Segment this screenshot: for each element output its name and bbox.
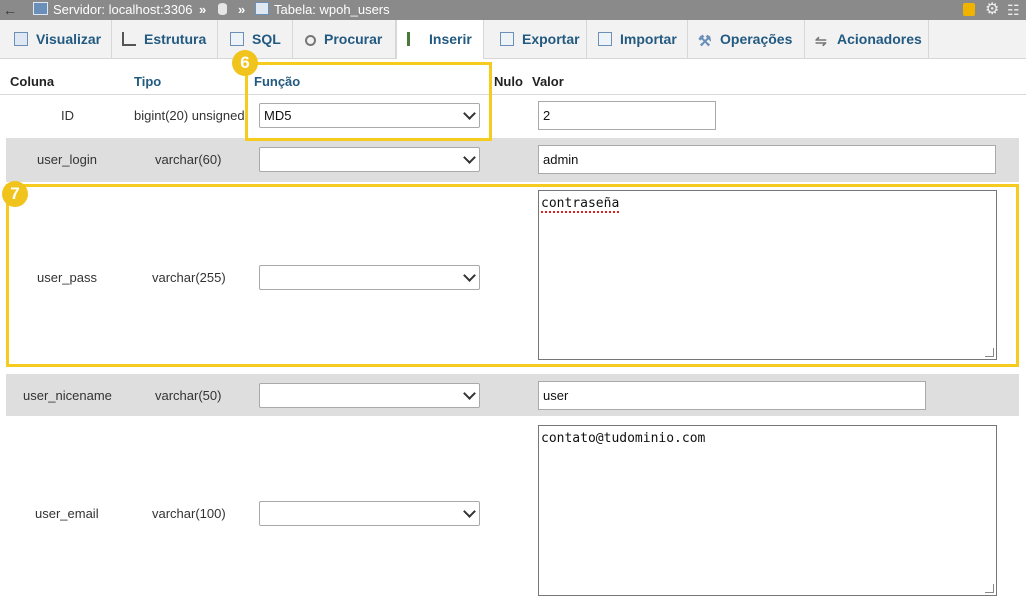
export-icon	[500, 32, 514, 46]
server-icon	[33, 2, 48, 15]
tab-importar[interactable]: Importar	[587, 20, 688, 58]
annotation-badge-7: 7	[2, 181, 28, 207]
table-icon	[255, 2, 269, 15]
header-nulo: Nulo	[494, 74, 523, 89]
breadcrumb-table[interactable]: Tabela: wpoh_users	[255, 0, 390, 20]
row-column-type: varchar(100)	[152, 506, 226, 521]
row-column-name: ID	[61, 108, 74, 123]
function-select[interactable]	[259, 147, 480, 172]
row-column-name: user_nicename	[23, 388, 112, 403]
annotation-badge-6: 6	[232, 50, 258, 76]
lock-icon[interactable]	[963, 3, 975, 16]
header-coluna: Coluna	[10, 74, 55, 89]
highlight-box-function	[245, 62, 492, 141]
tab-estrutura[interactable]: Estrutura	[112, 20, 218, 58]
wrench-icon: ⚒	[698, 33, 712, 50]
insert-icon	[407, 32, 421, 46]
database-icon	[218, 3, 227, 15]
breadcrumb-separator: »	[238, 2, 246, 17]
row-column-type: varchar(60)	[155, 152, 222, 167]
sql-icon	[230, 32, 244, 46]
tab-exportar[interactable]: Exportar	[484, 20, 587, 58]
function-select[interactable]	[259, 501, 480, 526]
value-input[interactable]: admin	[538, 145, 996, 174]
header-divider	[0, 94, 1026, 95]
triggers-icon: ⇋	[815, 33, 827, 49]
function-select[interactable]	[259, 383, 480, 408]
header-valor: Valor	[532, 74, 564, 89]
tab-bar: Visualizar Estrutura SQL Procurar Inseri…	[0, 20, 1026, 59]
chevron-down-icon	[463, 505, 476, 518]
value-input[interactable]: 2	[538, 101, 716, 130]
chevron-down-icon	[463, 151, 476, 164]
tab-sql[interactable]: SQL	[218, 20, 293, 58]
breadcrumb-database[interactable]	[218, 0, 227, 20]
tab-inserir[interactable]: Inserir	[396, 20, 484, 59]
browse-icon	[14, 32, 28, 46]
value-textarea[interactable]: contato@tudominio.com	[538, 425, 997, 596]
import-icon	[598, 32, 612, 46]
tab-procurar[interactable]: Procurar	[293, 20, 396, 58]
row-column-type: varchar(50)	[155, 388, 222, 403]
row-column-type: bigint(20) unsigned	[134, 108, 245, 123]
row-column-name: user_login	[37, 152, 97, 167]
chevron-down-icon	[463, 387, 476, 400]
tab-visualizar[interactable]: Visualizar	[0, 20, 112, 58]
breadcrumb-server[interactable]: Servidor: localhost:3306	[33, 0, 192, 20]
search-icon	[305, 35, 316, 46]
row-column-name: user_email	[35, 506, 99, 521]
resize-handle[interactable]	[985, 584, 994, 593]
exit-icon[interactable]: ☷	[1007, 0, 1021, 20]
breadcrumb-bar: ← Servidor: localhost:3306 » » Tabela: w…	[0, 0, 1026, 20]
back-arrow-icon[interactable]: ←	[3, 0, 17, 20]
breadcrumb-separator: »	[199, 2, 207, 17]
gear-icon[interactable]: ⚙	[985, 0, 999, 20]
header-tipo[interactable]: Tipo	[134, 70, 161, 94]
structure-icon	[122, 32, 136, 46]
highlight-box-user-pass	[6, 184, 1019, 367]
tab-acionadores[interactable]: ⇋ Acionadores	[805, 20, 929, 58]
tab-operacoes[interactable]: ⚒ Operações	[688, 20, 805, 58]
value-input[interactable]: user	[538, 381, 926, 410]
